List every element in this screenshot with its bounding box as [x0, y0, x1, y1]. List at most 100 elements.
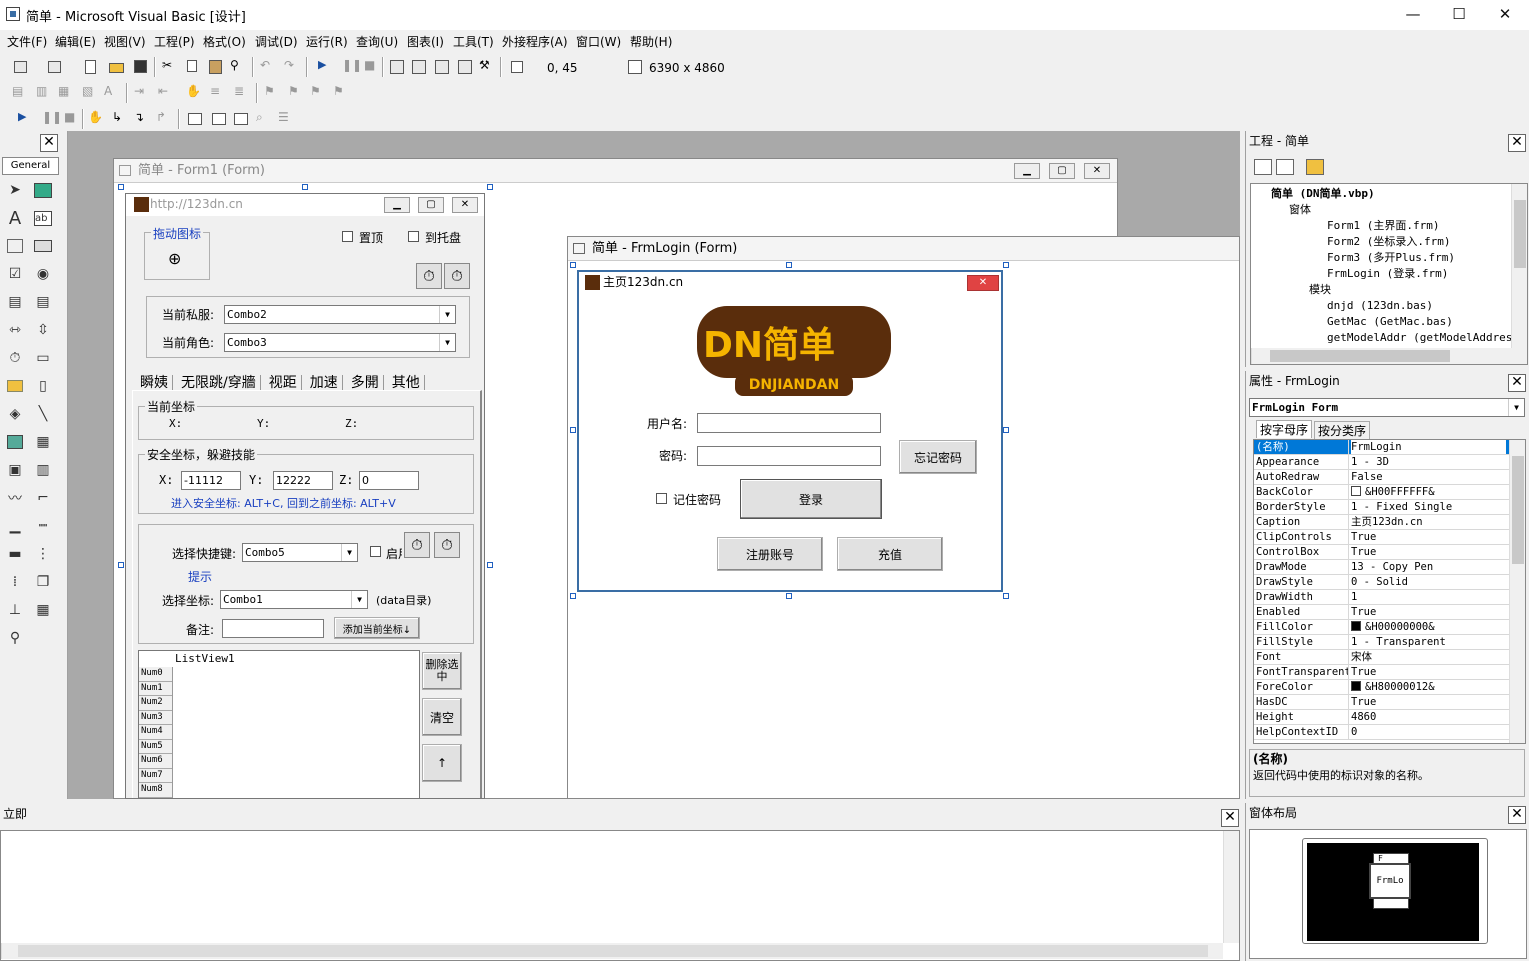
comment-icon[interactable]: ≡: [210, 84, 228, 102]
listview-tool-icon[interactable]: ⁞: [4, 571, 26, 593]
property-row[interactable]: ClipControls True: [1254, 530, 1525, 545]
frmlogin-close-button[interactable]: ✕: [967, 275, 999, 291]
selection-handle[interactable]: [487, 562, 493, 568]
selection-handle[interactable]: [118, 562, 124, 568]
selection-handle[interactable]: [487, 184, 493, 190]
pause-icon[interactable]: ❚❚: [342, 58, 362, 76]
form1-min-button[interactable]: ▁: [1014, 163, 1040, 179]
property-row[interactable]: Appearance 1 - 3D: [1254, 455, 1525, 470]
listbox-tool-icon[interactable]: ▤: [32, 291, 54, 313]
shape-tool-icon[interactable]: ◈: [4, 403, 26, 425]
password-input[interactable]: [697, 446, 881, 466]
properties-window-icon[interactable]: [410, 58, 428, 76]
optionbutton-tool-icon[interactable]: ◉: [32, 263, 54, 285]
frame-tool-icon[interactable]: [4, 235, 26, 257]
step-over-icon[interactable]: ↴: [134, 110, 152, 128]
object-selector[interactable]: FrmLogin Form ▼: [1249, 398, 1525, 417]
forgot-password-button[interactable]: 忘记密码: [899, 440, 977, 474]
clear-bookmarks-icon[interactable]: ⚑: [333, 84, 351, 102]
view-object-icon[interactable]: [1276, 159, 1294, 175]
copy-icon[interactable]: [184, 58, 202, 76]
add-project-icon[interactable]: [12, 58, 30, 76]
paste-icon[interactable]: [207, 58, 225, 76]
start-icon[interactable]: ▶: [318, 58, 336, 76]
indent-icon[interactable]: ⇥: [134, 84, 152, 102]
dirlistbox-tool-icon[interactable]: [4, 375, 26, 397]
view-code-icon[interactable]: [1254, 159, 1272, 175]
menu-format[interactable]: 格式(O): [203, 33, 246, 50]
locals-window-icon[interactable]: [186, 110, 204, 128]
register-button[interactable]: 注册账号: [717, 537, 823, 571]
treeview-tool-icon[interactable]: ⋮: [32, 543, 54, 565]
hand-icon[interactable]: ✋: [186, 84, 204, 102]
updown-tool-icon[interactable]: ⊥: [4, 599, 26, 621]
menu-window[interactable]: 窗口(W): [576, 33, 621, 50]
vscrollbar-tool-icon[interactable]: ⇳: [32, 319, 54, 341]
property-row[interactable]: ControlBox True: [1254, 545, 1525, 560]
stop-icon[interactable]: ■: [364, 58, 382, 76]
hint-link[interactable]: 提示: [188, 568, 212, 585]
selection-handle[interactable]: [1003, 262, 1009, 268]
save-icon[interactable]: [132, 58, 150, 76]
form-layout-icon[interactable]: [433, 58, 451, 76]
immediate-horizontal-scrollbar[interactable]: [1, 943, 1223, 959]
project-explorer-icon[interactable]: [388, 58, 406, 76]
toolbox-tab-general[interactable]: General: [2, 157, 59, 175]
property-row[interactable]: DrawMode 13 - Copy Pen: [1254, 560, 1525, 575]
safe-y-input[interactable]: 12222: [273, 471, 333, 490]
center-icon[interactable]: ▦: [58, 84, 76, 102]
tray-checkbox[interactable]: [408, 231, 419, 242]
tree-item-project[interactable]: 简单 (DN简单.vbp): [1251, 186, 1527, 202]
selection-handle[interactable]: [118, 184, 124, 190]
note-input[interactable]: [222, 619, 324, 638]
property-row[interactable]: Enabled True: [1254, 605, 1525, 620]
chevron-down-icon[interactable]: ▼: [351, 591, 367, 608]
property-row[interactable]: Caption 主页123dn.cn: [1254, 515, 1525, 530]
property-row[interactable]: BorderStyle 1 - Fixed Single: [1254, 500, 1525, 515]
maximize-button[interactable]: ☐: [1436, 0, 1482, 30]
tree-item-form3[interactable]: Form3 (多开Plus.frm): [1251, 250, 1527, 266]
menu-run[interactable]: 运行(R): [306, 33, 348, 50]
call-stack-icon[interactable]: ☰: [278, 110, 296, 128]
form1-inner-max-button[interactable]: ▢: [418, 197, 444, 213]
property-scrollbar[interactable]: [1509, 440, 1525, 743]
property-row[interactable]: AutoRedraw False: [1254, 470, 1525, 485]
menu-query[interactable]: 查询(U): [356, 33, 398, 50]
property-row[interactable]: DrawStyle 0 - Solid: [1254, 575, 1525, 590]
filelistbox-tool-icon[interactable]: ▯: [32, 375, 54, 397]
private-server-combo[interactable]: Combo2 ▼: [224, 305, 456, 324]
form1-inner-close-button[interactable]: ✕: [452, 197, 478, 213]
selection-handle[interactable]: [570, 427, 576, 433]
object-browser-icon[interactable]: [456, 58, 474, 76]
selection-handle[interactable]: [1003, 427, 1009, 433]
image-tool-icon[interactable]: [4, 431, 26, 453]
same-size-icon[interactable]: ▧: [82, 84, 100, 102]
form1-inner-min-button[interactable]: ▁: [384, 197, 410, 213]
add-form-icon[interactable]: [46, 58, 64, 76]
tree-item-dnjd[interactable]: dnjd (123dn.bas): [1251, 298, 1527, 314]
selection-handle[interactable]: [570, 262, 576, 268]
tree-item-form2[interactable]: Form2 (坐标录入.frm): [1251, 234, 1527, 250]
properties-close-icon[interactable]: ✕: [1508, 374, 1526, 392]
tab-jump-wall[interactable]: 无限跳/穿牆: [177, 375, 261, 391]
selection-handle[interactable]: [570, 593, 576, 599]
picturebox-tool-icon[interactable]: [32, 179, 54, 201]
tree-item-modules-folder[interactable]: 模块: [1251, 282, 1527, 298]
selection-handle[interactable]: [302, 184, 308, 190]
step-into-icon[interactable]: ↳: [112, 110, 130, 128]
lock-controls-icon[interactable]: A: [104, 84, 122, 102]
debug-stop-icon[interactable]: ■: [64, 110, 82, 128]
immediate-close-icon[interactable]: ✕: [1221, 809, 1239, 827]
next-bookmark-icon[interactable]: ⚑: [288, 84, 306, 102]
tree-item-getmac[interactable]: GetMac (GetMac.bas): [1251, 314, 1527, 330]
tree-item-getmodeladdr[interactable]: getModelAddr (getModelAddress.: [1251, 330, 1527, 346]
form-layout-close-icon[interactable]: ✕: [1508, 806, 1526, 824]
property-row[interactable]: DrawWidth 1: [1254, 590, 1525, 605]
property-row[interactable]: Height 4860: [1254, 710, 1525, 725]
label-tool-icon[interactable]: A: [4, 207, 26, 229]
menu-help[interactable]: 帮助(H): [630, 33, 672, 50]
chevron-down-icon[interactable]: ▼: [341, 544, 357, 561]
tab-other[interactable]: 其他: [387, 375, 425, 391]
menu-project[interactable]: 工程(P): [154, 33, 195, 50]
tab-speed[interactable]: 加速: [305, 375, 343, 391]
